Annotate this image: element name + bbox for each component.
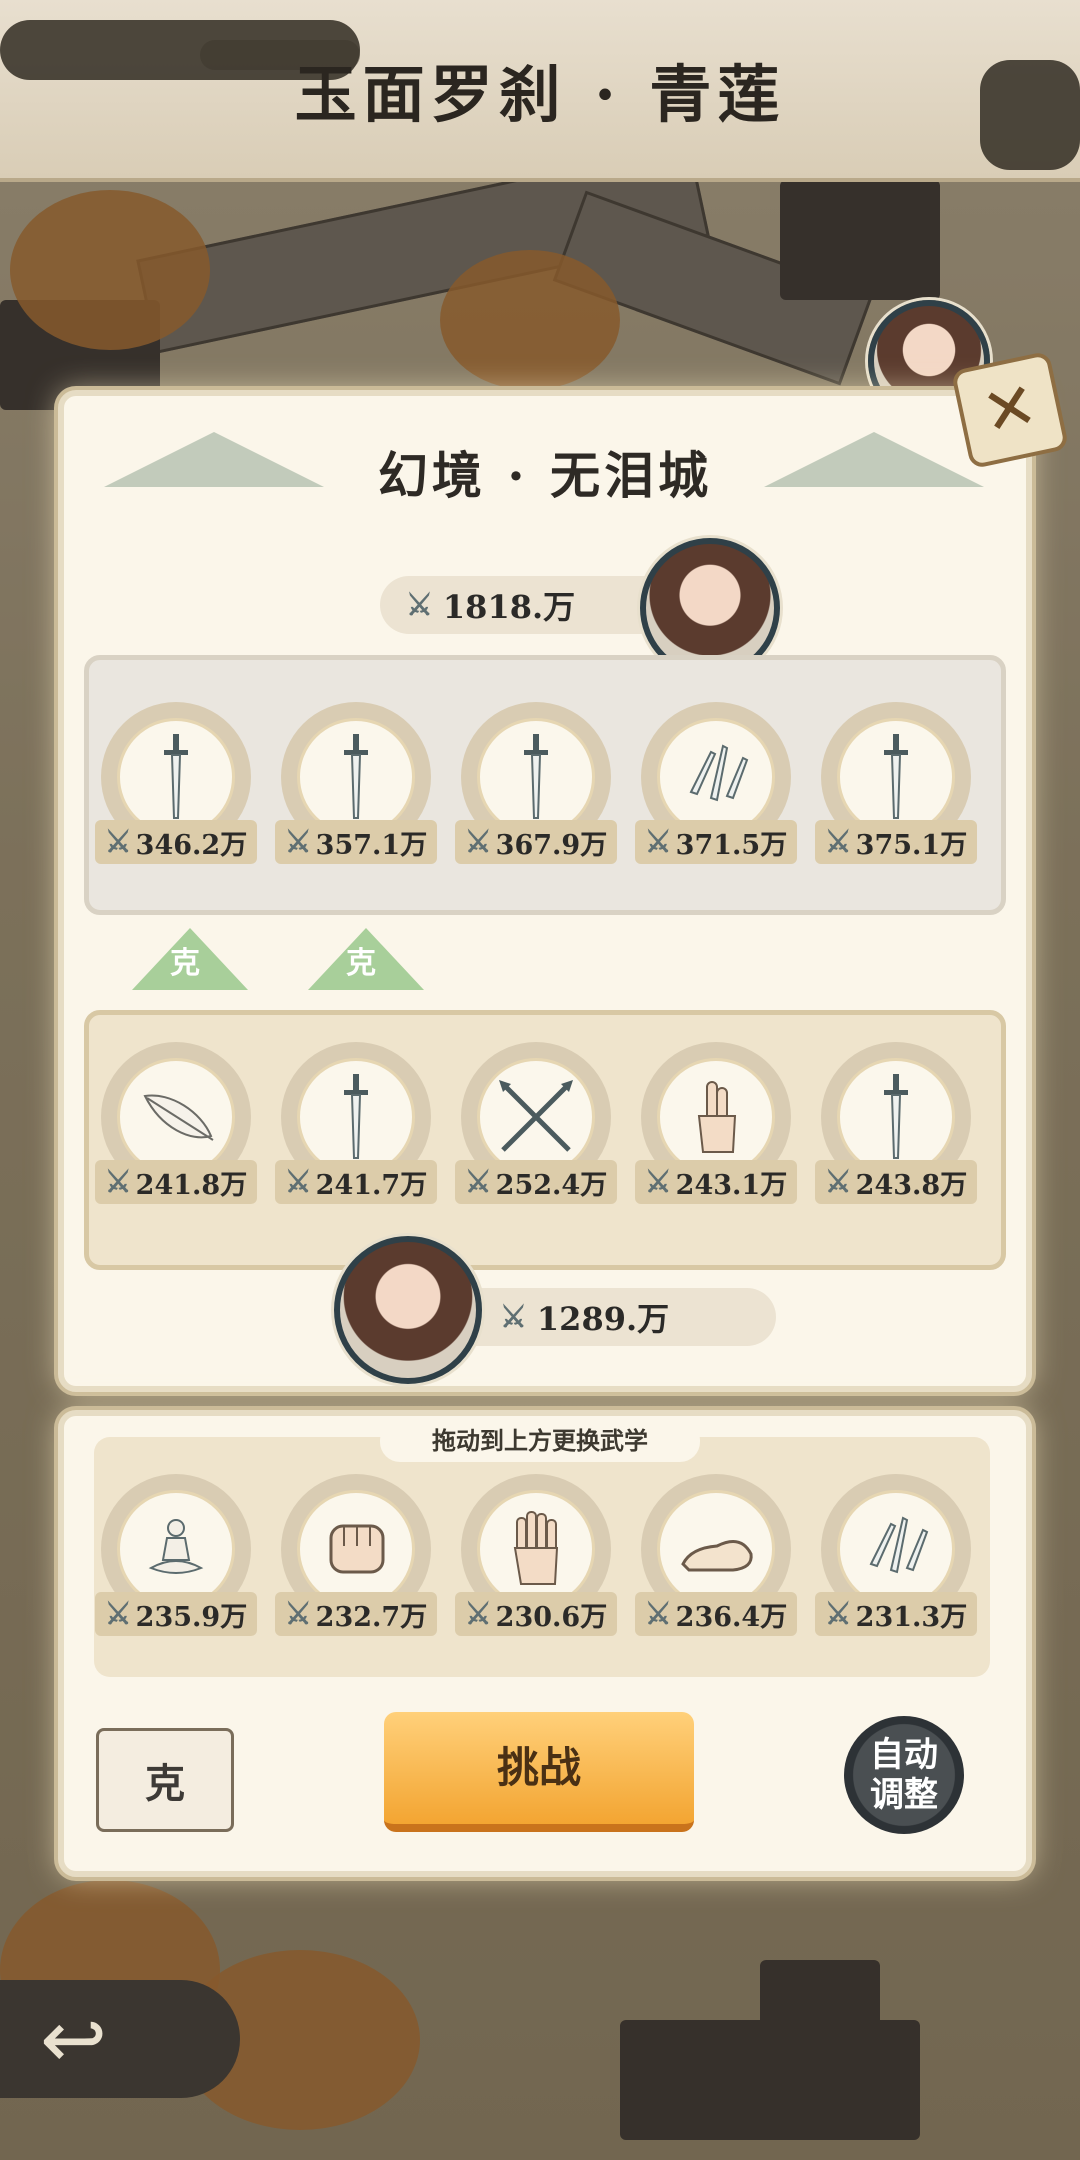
- player-weapon-power: ⚔ 241.7万: [275, 1160, 437, 1204]
- player-weapon-power: ⚔ 243.1万: [635, 1160, 797, 1204]
- crossed-swords-icon: ⚔: [284, 1164, 312, 1200]
- player-weapon-slot[interactable]: ⚔ 252.4万: [455, 1042, 617, 1217]
- title-bar: 玉面罗刹 · 青莲: [0, 0, 1080, 182]
- close-icon[interactable]: ✕: [950, 350, 1070, 470]
- pool-skill-power: ⚔ 232.7万: [275, 1592, 437, 1636]
- crossed-swords-icon: ⚔: [104, 824, 132, 860]
- enemy-weapon-power: ⚔ 346.2万: [95, 820, 257, 864]
- enemy-weapon-slot[interactable]: ⚔ 367.9万: [455, 702, 617, 877]
- crossed-swords-icon: ⚔: [824, 1164, 852, 1200]
- enemy-total-power: 1818.万: [442, 588, 576, 626]
- pool-skill-slot[interactable]: ⚔ 230.6万: [455, 1474, 617, 1649]
- finger-gesture-icon: [657, 1058, 775, 1176]
- enemy-weapon-slot[interactable]: ⚔ 371.5万: [635, 702, 797, 877]
- crossed-swords-icon: ⚔: [464, 1164, 492, 1200]
- page-title: 玉面罗刹 · 青莲: [294, 58, 786, 131]
- drag-hint-label: 拖动到上方更换武学: [380, 1420, 700, 1462]
- counter-book-icon[interactable]: 克: [96, 1728, 234, 1832]
- feather-icon: [117, 1058, 235, 1176]
- pool-skill-power: ⚔ 236.4万: [635, 1592, 797, 1636]
- counter-marker: 克: [132, 928, 248, 990]
- sword-icon: [297, 1058, 415, 1176]
- pool-skill-power: ⚔ 231.3万: [815, 1592, 977, 1636]
- enemy-weapon-slot[interactable]: ⚔ 375.1万: [815, 702, 977, 877]
- player-power-pill: ⚔ 1289.万: [440, 1288, 776, 1346]
- counter-marker: 克: [308, 928, 424, 990]
- sword-icon: [837, 1058, 955, 1176]
- enemy-weapon-power: ⚔ 357.1万: [275, 820, 437, 864]
- crossed-swords-icon: ⚔: [644, 1164, 672, 1200]
- player-weapon-slot[interactable]: ⚔ 241.8万: [95, 1042, 257, 1217]
- throwing-knives-icon: [837, 1490, 955, 1608]
- shoe-icon: [657, 1490, 775, 1608]
- player-weapon-slot[interactable]: ⚔ 243.8万: [815, 1042, 977, 1217]
- enemy-weapon-slot[interactable]: ⚔ 357.1万: [275, 702, 437, 877]
- enemy-weapon-power: ⚔ 367.9万: [455, 820, 617, 864]
- crossed-swords-icon: ⚔: [644, 824, 672, 860]
- crossed-swords-icon: ⚔: [464, 824, 492, 860]
- crossed-swords-icon: ⚔: [104, 1596, 132, 1632]
- stage-title: 幻境 · 无泪城: [377, 446, 713, 505]
- crossed-swords-icon: ⚔: [284, 824, 312, 860]
- pool-skill-slot[interactable]: ⚔ 236.4万: [635, 1474, 797, 1649]
- enemy-weapon-power: ⚔ 371.5万: [635, 820, 797, 864]
- player-weapon-power: ⚔ 243.8万: [815, 1160, 977, 1204]
- crossed-spears-icon: [477, 1058, 595, 1176]
- enemy-weapon-slot[interactable]: ⚔ 346.2万: [95, 702, 257, 877]
- crossed-swords-icon: ⚔: [824, 824, 852, 860]
- player-avatar: [334, 1236, 482, 1384]
- crossed-swords-icon: ⚔: [500, 1299, 527, 1335]
- palm-icon: [477, 1490, 595, 1608]
- player-weapon-power: ⚔ 241.8万: [95, 1160, 257, 1204]
- crossed-swords-icon: ⚔: [104, 1164, 132, 1200]
- sword-icon: [117, 718, 235, 836]
- player-weapon-power: ⚔ 252.4万: [455, 1160, 617, 1204]
- throwing-knives-icon: [657, 718, 775, 836]
- sword-icon: [477, 718, 595, 836]
- crossed-swords-icon: ⚔: [464, 1596, 492, 1632]
- pool-skill-slot[interactable]: ⚔ 232.7万: [275, 1474, 437, 1649]
- pool-skill-slot[interactable]: ⚔ 235.9万: [95, 1474, 257, 1649]
- pool-skill-slot[interactable]: ⚔ 231.3万: [815, 1474, 977, 1649]
- pool-skill-power: ⚔ 235.9万: [95, 1592, 257, 1636]
- pool-skill-power: ⚔ 230.6万: [455, 1592, 617, 1636]
- back-arrow-icon[interactable]: ↩: [0, 1980, 240, 2098]
- challenge-button[interactable]: 挑战: [384, 1712, 694, 1832]
- fist-icon: [297, 1490, 415, 1608]
- player-weapon-slot[interactable]: ⚔ 243.1万: [635, 1042, 797, 1217]
- player-total-power: 1289.万: [536, 1300, 670, 1338]
- crossed-swords-icon: ⚔: [284, 1596, 312, 1632]
- meditation-icon: [117, 1490, 235, 1608]
- crossed-swords-icon: ⚔: [644, 1596, 672, 1632]
- auto-adjust-button[interactable]: 自动 调整: [844, 1716, 964, 1834]
- crossed-swords-icon: ⚔: [406, 587, 433, 623]
- sword-icon: [297, 718, 415, 836]
- enemy-weapon-power: ⚔ 375.1万: [815, 820, 977, 864]
- sword-icon: [837, 718, 955, 836]
- player-weapon-slot[interactable]: ⚔ 241.7万: [275, 1042, 437, 1217]
- crossed-swords-icon: ⚔: [824, 1596, 852, 1632]
